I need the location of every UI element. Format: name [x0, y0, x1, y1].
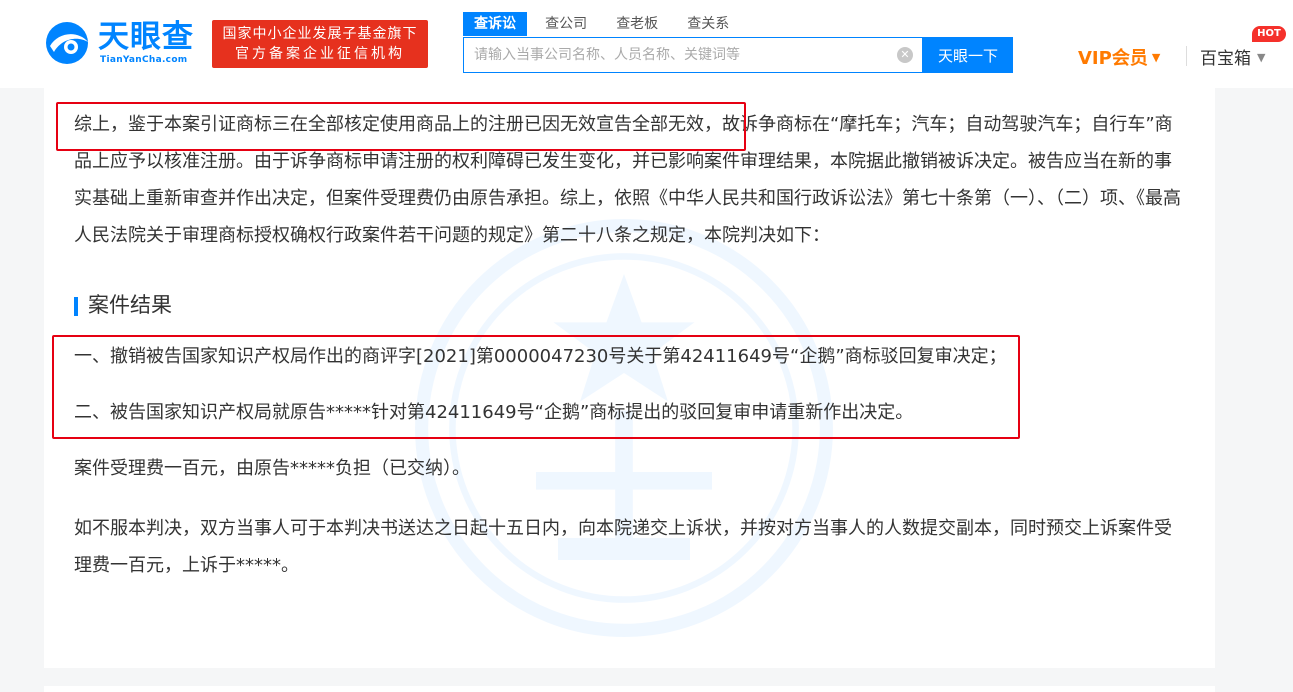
- section-title-case-result: 案件结果: [74, 290, 172, 320]
- logo-name: 天眼查: [98, 19, 194, 55]
- clear-icon[interactable]: ✕: [897, 47, 913, 63]
- tab-relation[interactable]: 查关系: [676, 12, 740, 36]
- vip-label: VIP会员: [1078, 48, 1148, 69]
- search-tabs: 查诉讼 查公司 查老板 查关系: [463, 12, 742, 36]
- judgment-content-card: 综上，鉴于本案引证商标三在全部核定使用商品上的注册已因无效宣告全部无效，故诉争商…: [44, 88, 1215, 668]
- fee-paragraph: 案件受理费一百元，由原告*****负担（已交纳）。: [74, 458, 470, 479]
- vip-menu[interactable]: VIP会员 ▼: [1078, 44, 1161, 69]
- logo-domain: TianYanCha.com: [100, 55, 188, 65]
- result-item-1: 一、撤销被告国家知识产权局作出的商评字[2021]第0000047230号关于第…: [74, 346, 1007, 367]
- hot-badge: HOT: [1252, 26, 1286, 42]
- slogan-line-1: 国家中小企业发展子基金旗下: [222, 26, 418, 42]
- baobox-menu[interactable]: 百宝箱 ▼: [1200, 44, 1266, 69]
- tianyancha-logo[interactable]: 天眼查 TianYanCha.com: [44, 18, 204, 68]
- baobox-label: 百宝箱: [1200, 49, 1251, 69]
- slogan-line-2: 官方备案企业征信机构: [235, 46, 405, 62]
- logo-eye-icon: [46, 22, 88, 64]
- caret-down-icon: ▼: [1257, 51, 1266, 64]
- tab-litigation[interactable]: 查诉讼: [463, 12, 527, 36]
- header-divider: [1186, 46, 1187, 66]
- search-box: ✕: [463, 37, 923, 73]
- result-item-2: 二、被告国家知识产权局就原告*****针对第42411649号“企鹅”商标提出的…: [74, 402, 914, 423]
- tab-boss[interactable]: 查老板: [605, 12, 669, 36]
- next-card-edge: [44, 686, 1215, 692]
- caret-down-icon: ▼: [1151, 51, 1161, 64]
- search-input[interactable]: [464, 38, 894, 72]
- search-button[interactable]: 天眼一下: [923, 37, 1013, 73]
- slogan-badge: 国家中小企业发展子基金旗下 官方备案企业征信机构: [212, 20, 428, 68]
- appeal-paragraph: 如不服本判决，双方当事人可于本判决书送达之日起十五日内，向本院递交上诉状，并按对…: [74, 518, 1172, 576]
- conclusion-paragraph: 综上，鉴于本案引证商标三在全部核定使用商品上的注册已因无效宣告全部无效，故诉争商…: [74, 114, 1181, 246]
- tab-company[interactable]: 查公司: [534, 12, 598, 36]
- top-header: 天眼查 TianYanCha.com 国家中小企业发展子基金旗下 官方备案企业征…: [0, 0, 1293, 88]
- search-area: 查诉讼 查公司 查老板 查关系 ✕ 天眼一下: [463, 12, 1013, 74]
